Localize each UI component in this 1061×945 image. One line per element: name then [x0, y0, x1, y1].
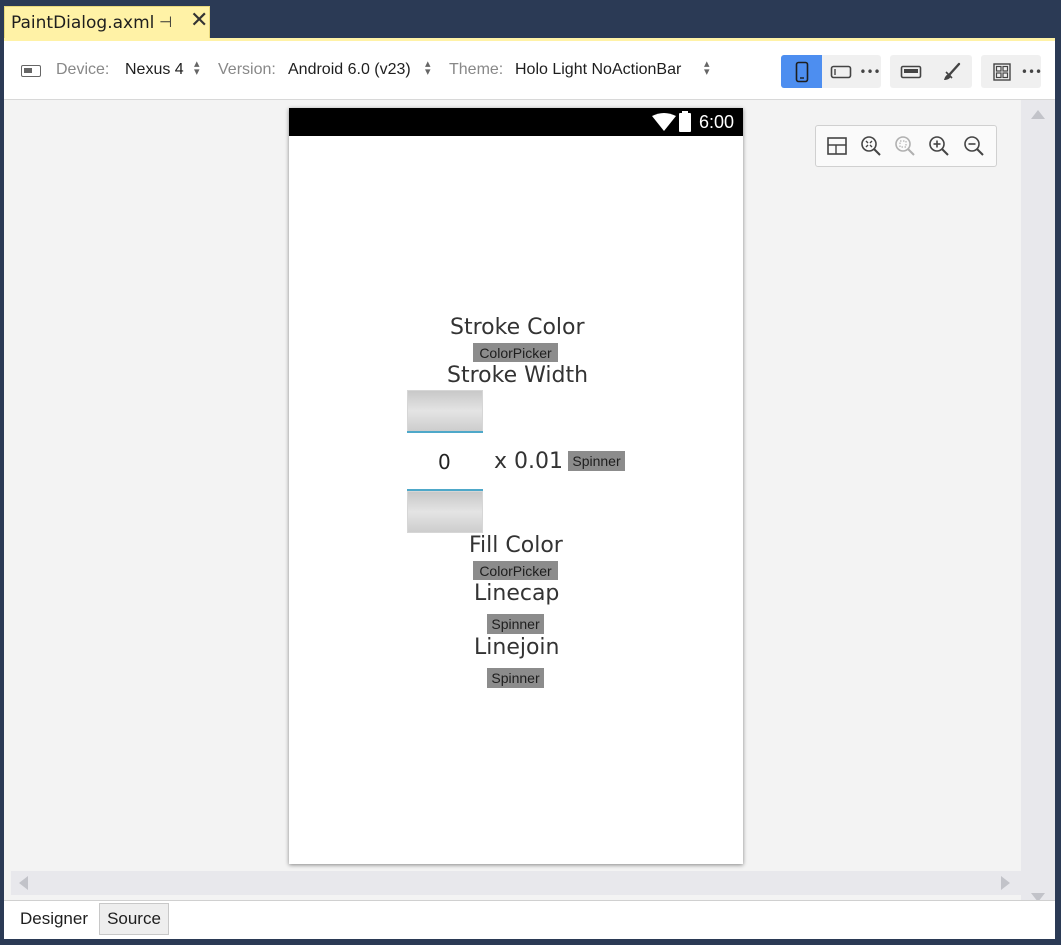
wifi-icon: [652, 113, 676, 131]
zoom-out-button[interactable]: [962, 134, 986, 158]
action-bar-icon: [900, 65, 921, 78]
tab-source[interactable]: Source: [99, 903, 169, 935]
tab-designer[interactable]: Designer: [9, 903, 99, 935]
zoom-actual-button[interactable]: [893, 134, 917, 158]
phone-preview[interactable]: 6:00 Stroke Color ColorPicker Stroke Wid…: [289, 108, 743, 864]
stroke-color-label: Stroke Color: [450, 315, 585, 340]
landscape-button[interactable]: [822, 55, 860, 88]
zoom-in-icon: [929, 136, 949, 156]
theme-updown-icon[interactable]: ▴ ▾: [704, 58, 710, 77]
orientation-more-icon[interactable]: •••: [859, 55, 880, 88]
pin-icon[interactable]: ⊣: [159, 13, 172, 31]
version-dropdown[interactable]: Android 6.0 (v23): [288, 61, 411, 79]
zoom-toolbar: [815, 125, 997, 167]
fill-color-picker[interactable]: ColorPicker: [473, 561, 558, 580]
number-picker-value[interactable]: 0: [438, 450, 451, 474]
horizontal-scrollbar[interactable]: [11, 871, 1021, 895]
scroll-left-icon[interactable]: [19, 876, 28, 890]
view-tabs: Designer Source: [4, 900, 1055, 939]
brush-icon: [943, 62, 960, 80]
layout-grid-icon: [992, 62, 1011, 81]
zoom-out-icon: [964, 136, 984, 156]
battery-icon: [679, 111, 691, 132]
landscape-phone-icon: [830, 65, 852, 78]
device-icon: [21, 65, 41, 77]
fit-layout-button[interactable]: [825, 134, 849, 158]
zoom-in-button[interactable]: [927, 134, 951, 158]
layout-button[interactable]: [981, 55, 1022, 88]
linejoin-spinner[interactable]: Spinner: [487, 668, 544, 688]
zoom-fit-icon: [861, 136, 881, 156]
scroll-right-icon[interactable]: [1001, 876, 1010, 890]
zoom-to-fit-button[interactable]: [859, 134, 883, 158]
device-dropdown[interactable]: Nexus 4: [125, 61, 184, 79]
scroll-up-icon[interactable]: [1031, 110, 1045, 119]
layout-more-icon[interactable]: •••: [1021, 55, 1042, 88]
linejoin-label: Linejoin: [474, 635, 560, 660]
portrait-phone-icon: [795, 61, 808, 82]
designer-window: Device: Nexus 4 ▴ ▾ Version: Android 6.0 …: [4, 41, 1055, 939]
layout-group: •••: [981, 55, 1042, 88]
zoom-actual-icon: [895, 136, 915, 156]
stroke-color-picker[interactable]: ColorPicker: [473, 343, 558, 362]
fit-layout-icon: [827, 137, 847, 155]
number-picker-decrement[interactable]: [407, 491, 483, 533]
fill-color-label: Fill Color: [469, 533, 563, 558]
version-updown-icon[interactable]: ▴ ▾: [425, 58, 431, 77]
version-label: Version:: [218, 61, 276, 78]
document-tab-title: PaintDialog.axml: [11, 12, 155, 33]
vertical-scrollbar[interactable]: [1021, 100, 1055, 912]
orientation-group: •••: [781, 55, 881, 88]
status-bar: 6:00: [289, 108, 743, 136]
stroke-width-spinner[interactable]: Spinner: [568, 451, 625, 471]
theme-label: Theme:: [449, 61, 504, 78]
number-picker-divider-top: [407, 431, 483, 433]
action-bar-button[interactable]: [890, 55, 931, 88]
close-icon[interactable]: ✕: [190, 9, 208, 33]
linecap-label: Linecap: [474, 581, 560, 606]
designer-toolbar: Device: Nexus 4 ▴ ▾ Version: Android 6.0 …: [4, 41, 1055, 100]
number-picker-increment[interactable]: [407, 390, 483, 432]
theme-editor-button[interactable]: [931, 55, 972, 88]
portrait-button[interactable]: [781, 55, 822, 88]
theme-dropdown[interactable]: Holo Light NoActionBar: [515, 61, 681, 79]
device-updown-icon[interactable]: ▴ ▾: [194, 58, 200, 77]
stroke-width-multiplier: x 0.01: [494, 449, 563, 474]
linecap-spinner[interactable]: Spinner: [487, 614, 544, 634]
document-tab[interactable]: PaintDialog.axml ⊣ ✕: [4, 6, 210, 39]
theme-tools-group: [890, 55, 972, 88]
device-label: Device:: [56, 61, 110, 78]
status-time: 6:00: [699, 112, 735, 132]
stroke-width-label: Stroke Width: [447, 363, 589, 388]
